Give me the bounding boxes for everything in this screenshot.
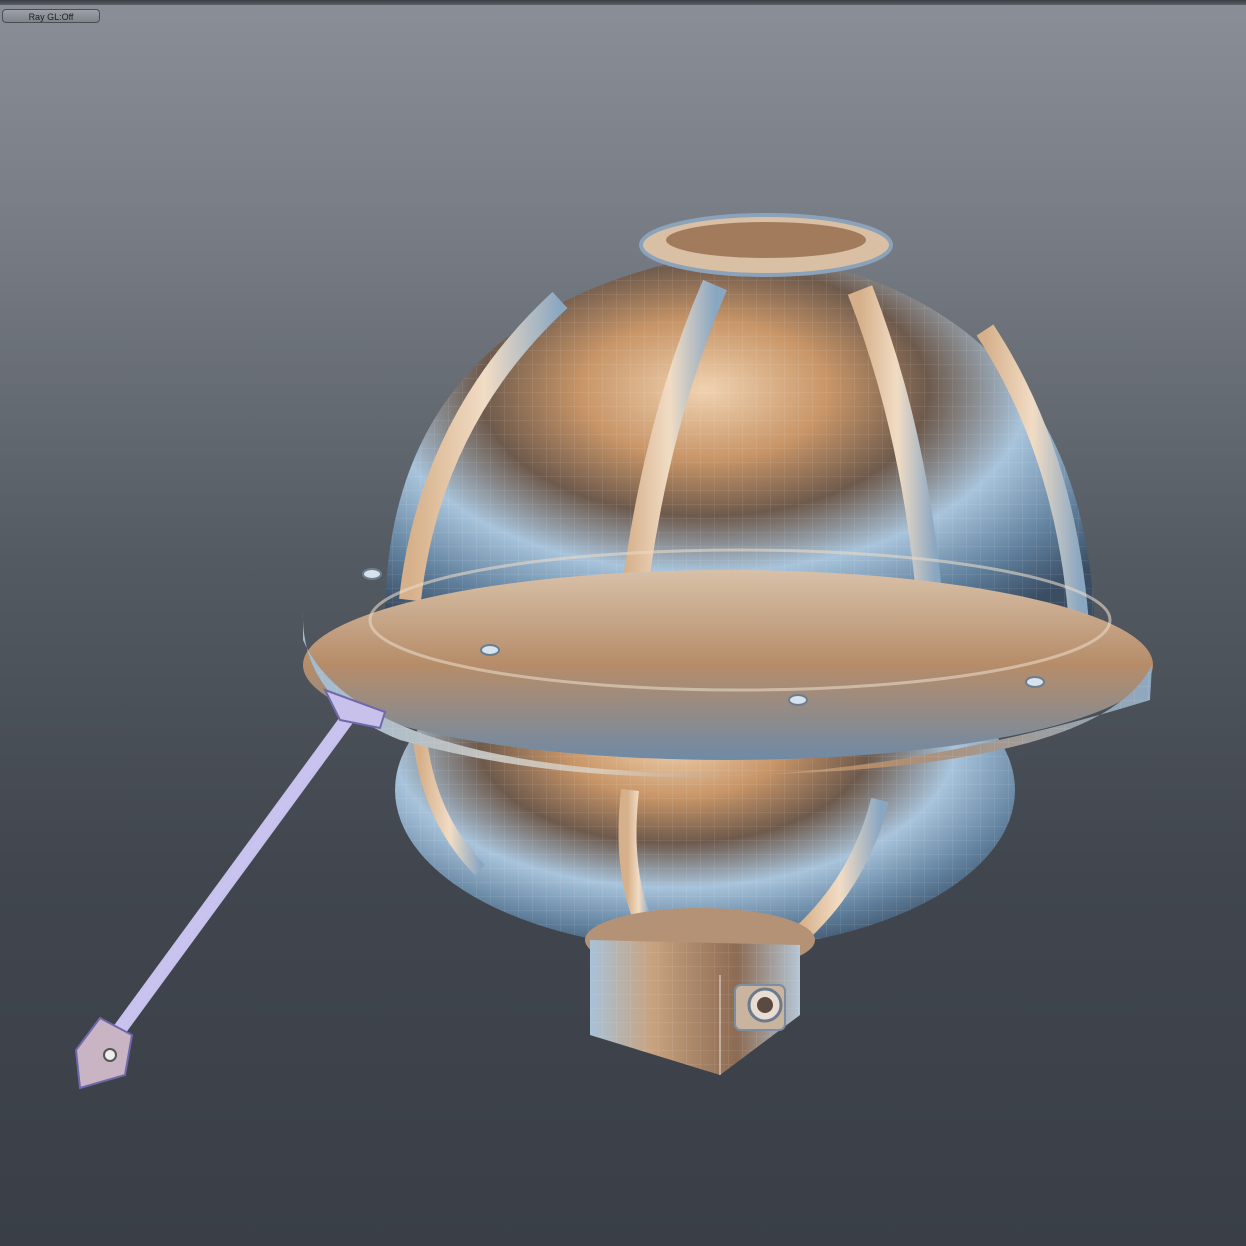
3d-viewport[interactable] xyxy=(0,0,1246,1246)
fitting-connector xyxy=(734,984,786,1031)
support-rod xyxy=(74,688,387,1090)
